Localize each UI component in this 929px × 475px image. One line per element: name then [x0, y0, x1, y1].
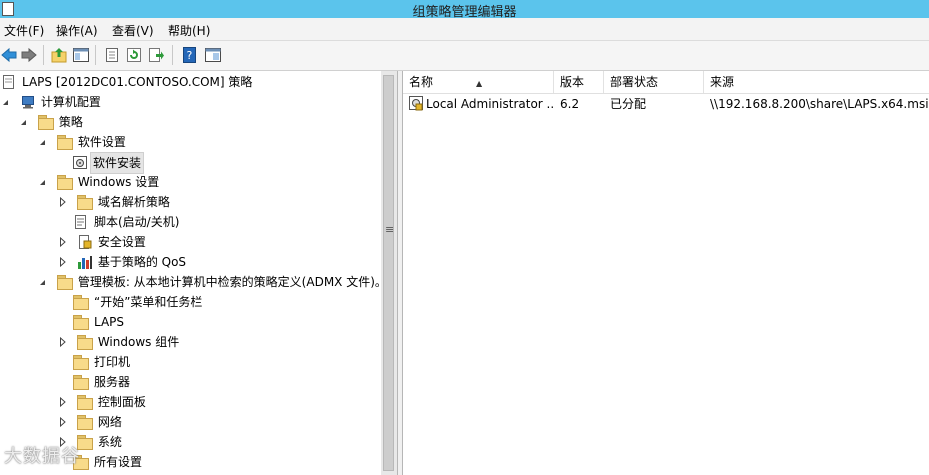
up-folder-icon[interactable] — [50, 46, 68, 64]
software-package-icon — [73, 156, 87, 169]
collapsed-arrow-icon[interactable] — [59, 252, 67, 272]
forward-arrow-icon[interactable] — [20, 46, 38, 64]
tree-item-network[interactable]: 网络 — [59, 412, 125, 432]
list-cell-source: \\192.168.8.200\share\LAPS.x64.msi — [710, 97, 929, 111]
title-bar: 组策略管理编辑器 — [0, 0, 929, 20]
properties-icon[interactable] — [103, 46, 121, 64]
back-arrow-icon[interactable] — [0, 46, 18, 64]
folder-icon — [56, 175, 73, 190]
refresh-icon[interactable] — [125, 46, 143, 64]
script-icon — [75, 215, 86, 229]
menu-view[interactable]: 查看(V) — [112, 22, 154, 39]
folder-icon — [76, 395, 93, 410]
list-cell-deploy-state: 已分配 — [610, 97, 647, 111]
folder-icon — [73, 375, 89, 390]
list-header: 名称 ▲ 版本 部署状态 来源 — [403, 71, 929, 94]
show-hide-tree-icon[interactable] — [72, 46, 90, 64]
scrollbar-thumb[interactable] — [383, 75, 394, 471]
folder-icon — [37, 115, 54, 130]
folder-icon — [73, 295, 89, 310]
splitter-grip-icon: ≡ — [385, 223, 395, 236]
tree-item-scripts[interactable]: 脚本(启动/关机) — [73, 212, 182, 232]
svg-text:?: ? — [187, 49, 193, 62]
msi-package-icon — [409, 96, 423, 111]
folder-icon — [56, 135, 73, 150]
tree-item-windows-settings[interactable]: Windows 设置 — [39, 172, 162, 192]
collapsed-arrow-icon[interactable] — [59, 392, 67, 412]
menu-file[interactable]: 文件(F) — [4, 22, 44, 39]
expanded-arrow-icon[interactable] — [20, 112, 28, 132]
policy-document-icon — [3, 75, 14, 89]
list-row[interactable]: Local Administrator ... 6.2 已分配 \\192.16… — [403, 94, 929, 114]
menu-bar: 文件(F) 操作(A) 查看(V) 帮助(H) — [0, 18, 929, 41]
folder-icon — [76, 195, 93, 210]
collapsed-arrow-icon[interactable] — [59, 192, 67, 212]
sort-ascending-icon: ▲ — [476, 79, 483, 88]
folder-icon — [76, 335, 93, 350]
tree-item-policies[interactable]: 策略 — [20, 112, 86, 132]
tree-item-start-menu[interactable]: “开始”菜单和任务栏 — [73, 292, 205, 312]
tree-item-policy-qos[interactable]: 基于策略的 QoS — [59, 252, 189, 272]
expanded-arrow-icon[interactable] — [39, 132, 47, 152]
folder-icon — [56, 275, 73, 290]
security-icon — [78, 235, 92, 249]
watermark: 大数据谷 — [4, 446, 80, 467]
list-pane[interactable]: 名称 ▲ 版本 部署状态 来源 Local Administrator ... … — [403, 71, 929, 475]
tree-item-software-settings[interactable]: 软件设置 — [39, 132, 129, 152]
folder-icon — [73, 355, 89, 370]
collapsed-arrow-icon[interactable] — [59, 232, 67, 252]
column-header-name[interactable]: 名称 ▲ — [403, 71, 554, 93]
list-cell-version: 6.2 — [560, 97, 580, 111]
menu-action[interactable]: 操作(A) — [56, 22, 98, 39]
column-header-source[interactable]: 来源 — [704, 71, 929, 93]
tree-item-security-settings[interactable]: 安全设置 — [59, 232, 149, 252]
extended-view-icon[interactable] — [204, 46, 222, 64]
tree-pane[interactable]: LAPS [2012DC01.CONTOSO.COM] 策略 计算机配置 策略 … — [0, 71, 382, 475]
tree-item-admin-templates[interactable]: 管理模板: 从本地计算机中检索的策略定义(ADMX 文件)。 — [39, 272, 381, 292]
tree-item-software-install[interactable]: 软件安装 — [72, 152, 145, 174]
tree-item-printers[interactable]: 打印机 — [73, 352, 133, 372]
tree-item-control-panel[interactable]: 控制面板 — [59, 392, 149, 412]
list-cell-name: Local Administrator ... — [408, 94, 554, 114]
export-list-icon[interactable] — [147, 46, 165, 64]
expanded-arrow-icon[interactable] — [39, 272, 47, 292]
computer-icon — [21, 96, 34, 109]
expanded-arrow-icon[interactable] — [39, 172, 47, 192]
tree-scrollbar[interactable] — [381, 71, 398, 475]
tree-item-root[interactable]: LAPS [2012DC01.CONTOSO.COM] 策略 — [1, 72, 255, 92]
toolbar: ? — [0, 41, 929, 71]
collapsed-arrow-icon[interactable] — [59, 332, 67, 352]
collapsed-arrow-icon[interactable] — [59, 412, 67, 432]
tree-item-laps[interactable]: LAPS — [73, 312, 127, 332]
expanded-arrow-icon[interactable] — [2, 92, 10, 112]
help-icon[interactable]: ? — [181, 46, 199, 64]
bar-chart-icon — [77, 256, 92, 269]
tree-item-server[interactable]: 服务器 — [73, 372, 133, 392]
tree-item-windows-components[interactable]: Windows 组件 — [59, 332, 182, 352]
menu-help[interactable]: 帮助(H) — [168, 22, 210, 39]
folder-icon — [76, 415, 93, 430]
folder-icon — [73, 315, 89, 330]
tree-item-all-settings[interactable]: 所有设置 — [73, 452, 145, 472]
column-header-version[interactable]: 版本 — [554, 71, 604, 93]
tree-item-name-resolution[interactable]: 域名解析策略 — [59, 192, 173, 212]
column-header-deploy-state[interactable]: 部署状态 — [604, 71, 704, 93]
tree-item-computer-config[interactable]: 计算机配置 — [2, 92, 104, 112]
